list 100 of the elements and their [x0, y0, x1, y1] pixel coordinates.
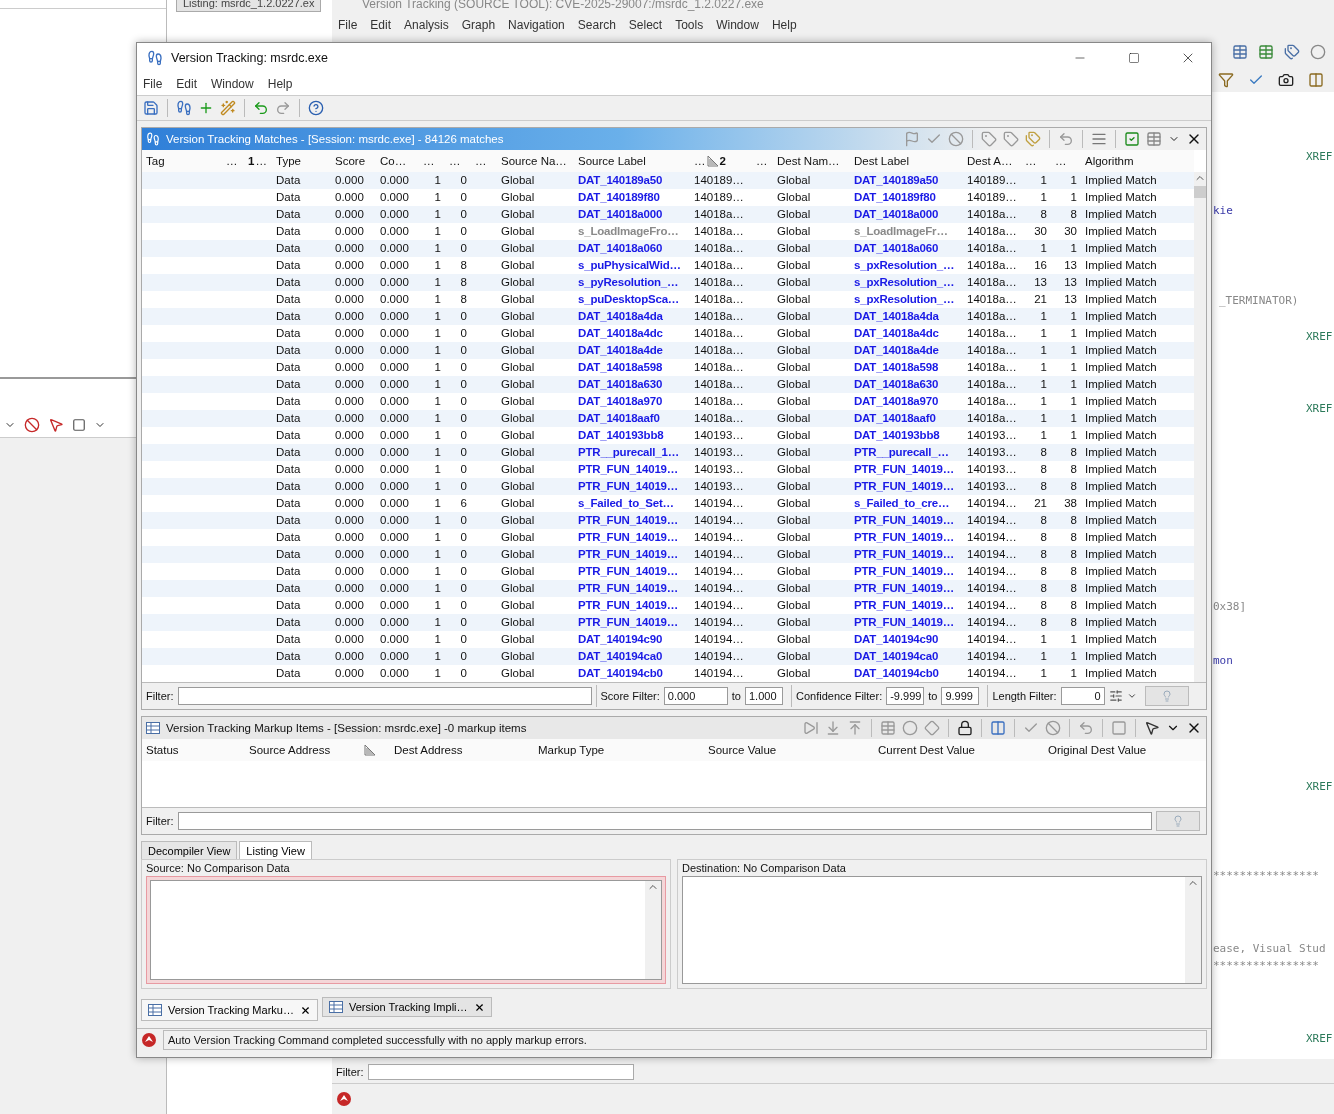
- undo-icon[interactable]: [1078, 720, 1094, 736]
- column-header[interactable]: …: [419, 150, 445, 172]
- destination-listing[interactable]: [682, 876, 1202, 984]
- column-header[interactable]: 1…: [244, 150, 272, 172]
- flag-icon[interactable]: [904, 131, 920, 147]
- diamond-icon[interactable]: [924, 720, 940, 736]
- add-icon[interactable]: [198, 100, 214, 116]
- table-row[interactable]: Data 0.000 0.000 1 0 Global PTR_FUN_14019… 140194… Global PTR_FUN_14019… 140194… 8 8 Implied Match: [142, 512, 1194, 529]
- table-row[interactable]: Data 0.000 0.000 1 0 Global PTR__purecall_1… 140193… Global PTR__purecall_… 140193… 8 8 Implied Match: [142, 444, 1194, 461]
- table-icon[interactable]: [1258, 44, 1274, 60]
- filter-field[interactable]: [177, 812, 1152, 830]
- filter-icon[interactable]: [1218, 72, 1234, 88]
- table-icon[interactable]: [1232, 44, 1248, 60]
- column-header[interactable]: Type: [272, 150, 331, 172]
- menu-item[interactable]: Window: [211, 77, 254, 91]
- column-header[interactable]: …: [445, 150, 471, 172]
- up-icon[interactable]: [847, 720, 863, 736]
- down-icon[interactable]: [825, 720, 841, 736]
- table-row[interactable]: Data 0.000 0.000 1 0 Global DAT_14018a000 14018a… Global DAT_14018a000 14018a… 8 8 Implied Match: [142, 206, 1194, 223]
- column-header[interactable]: Dest Address: [390, 739, 534, 761]
- column-header[interactable]: …: [752, 150, 773, 172]
- confidence-min-field[interactable]: -9.999: [886, 687, 925, 705]
- menu-item[interactable]: Select: [628, 18, 663, 34]
- layout-icon[interactable]: [1308, 72, 1324, 88]
- column-header[interactable]: Score: [331, 150, 376, 172]
- column-header[interactable]: Original Dest Value: [1044, 739, 1206, 761]
- panel-tab[interactable]: Version Tracking Impli…: [321, 997, 492, 1017]
- table-row[interactable]: Data 0.000 0.000 1 0 Global PTR_FUN_14019… 140193… Global PTR_FUN_14019… 140193… 8 8 Implied Match: [142, 478, 1194, 495]
- table-settings-icon[interactable]: [1146, 131, 1162, 147]
- tag-icon[interactable]: [1003, 131, 1019, 147]
- table-row[interactable]: Data 0.000 0.000 1 0 Global DAT_14018a4de 14018a… Global DAT_14018a4de 14018a… 1 1 Implied Match: [142, 342, 1194, 359]
- confidence-max-field[interactable]: 9.999: [941, 687, 980, 705]
- column-header[interactable]: Dest Label: [850, 150, 963, 172]
- table-row[interactable]: Data 0.000 0.000 1 0 Global DAT_140194ca0 140194… Global DAT_140194ca0 140194… 1 1 Implied Match: [142, 648, 1194, 665]
- split-icon[interactable]: [990, 720, 1006, 736]
- save-icon[interactable]: [143, 100, 159, 116]
- close-icon[interactable]: [473, 1001, 485, 1013]
- listing-tab[interactable]: Listing: msrdc_1.2.0227.ex: [176, 0, 322, 12]
- column-header[interactable]: Status: [142, 739, 245, 761]
- column-header[interactable]: …: [222, 150, 244, 172]
- table-row[interactable]: Data 0.000 0.000 1 8 Global s_pyResolution_… 14018a… Global s_pxResolution_… 14018a… 13 13 Implied Match: [142, 274, 1194, 291]
- filter-options-button[interactable]: [1155, 811, 1200, 831]
- tag-icon[interactable]: [981, 131, 997, 147]
- filter-options-button[interactable]: [1144, 686, 1189, 706]
- wand-icon[interactable]: [220, 100, 236, 116]
- menu-item[interactable]: Navigation: [508, 18, 565, 34]
- view-tab[interactable]: Decompiler View: [141, 841, 238, 859]
- reject-icon[interactable]: [1045, 720, 1061, 736]
- redo-icon[interactable]: [275, 100, 291, 116]
- menu-item[interactable]: Edit: [370, 18, 392, 34]
- length-field[interactable]: 0: [1060, 687, 1105, 705]
- menu-item[interactable]: File: [143, 77, 163, 91]
- scrollbar[interactable]: [1194, 172, 1206, 682]
- table-row[interactable]: Data 0.000 0.000 1 0 Global DAT_14018a630 14018a… Global DAT_14018a630 14018a… 1 1 Implied Match: [142, 376, 1194, 393]
- score-min-field[interactable]: 0.000: [663, 687, 728, 705]
- table-row[interactable]: Data 0.000 0.000 1 0 Global PTR_FUN_14019… 140194… Global PTR_FUN_14019… 140194… 8 8 Implied Match: [142, 614, 1194, 631]
- column-header[interactable]: Dest A…: [963, 150, 1021, 172]
- page-icon[interactable]: [1111, 720, 1127, 736]
- pointer-icon[interactable]: [48, 417, 64, 433]
- menu-item[interactable]: Graph: [461, 18, 496, 34]
- column-header[interactable]: Tag: [142, 150, 222, 172]
- menu-item[interactable]: Search: [577, 18, 616, 34]
- column-header[interactable]: … 2: [690, 150, 752, 172]
- column-header[interactable]: Current Dest Value: [874, 739, 1044, 761]
- camera-icon[interactable]: [1278, 72, 1294, 88]
- help-icon[interactable]: [308, 100, 324, 116]
- checkbox-icon[interactable]: [1124, 131, 1140, 147]
- tag-edit-icon[interactable]: [1025, 131, 1041, 147]
- menu-item[interactable]: Help: [771, 18, 797, 34]
- score-max-field[interactable]: 1.000: [745, 687, 783, 705]
- column-header[interactable]: …: [471, 150, 497, 172]
- source-listing[interactable]: [150, 880, 662, 980]
- table-row[interactable]: Data 0.000 0.000 1 0 Global PTR_FUN_14019… 140194… Global PTR_FUN_14019… 140194… 8 8 Implied Match: [142, 580, 1194, 597]
- filter-field[interactable]: [177, 687, 592, 705]
- column-header[interactable]: Markup Type: [534, 739, 704, 761]
- lock-icon[interactable]: [957, 720, 973, 736]
- column-header[interactable]: Source Address: [245, 739, 360, 761]
- table-row[interactable]: Data 0.000 0.000 1 0 Global PTR_FUN_14019… 140194… Global PTR_FUN_14019… 140194… 8 8 Implied Match: [142, 546, 1194, 563]
- reject-icon[interactable]: [948, 131, 964, 147]
- table-row[interactable]: Data 0.000 0.000 1 0 Global DAT_14018aaf0 14018a… Global DAT_14018aaf0 14018a… 1 1 Implied Match: [142, 410, 1194, 427]
- column-header[interactable]: Dest Nam…: [773, 150, 850, 172]
- column-header[interactable]: …: [1021, 150, 1051, 172]
- column-header[interactable]: Co…: [376, 150, 419, 172]
- footprints-icon[interactable]: [176, 100, 192, 116]
- column-header[interactable]: Source Na…: [497, 150, 574, 172]
- menu-item[interactable]: File: [338, 18, 358, 34]
- clear-icon[interactable]: [24, 417, 40, 433]
- table-row[interactable]: Data 0.000 0.000 1 0 Global DAT_140189a50 140189… Global DAT_140189a50 140189… 1 1 Implied Match: [142, 172, 1194, 189]
- filter-field[interactable]: [367, 1064, 634, 1080]
- column-header[interactable]: Algorithm: [1081, 150, 1194, 172]
- column-header[interactable]: Source Value: [704, 739, 874, 761]
- menu-item[interactable]: Edit: [176, 77, 198, 91]
- undo-icon[interactable]: [1058, 131, 1074, 147]
- panel-tab[interactable]: Version Tracking Marku…: [141, 999, 318, 1021]
- column-header[interactable]: …: [1051, 150, 1081, 172]
- skip-icon[interactable]: [803, 720, 819, 736]
- menu-item[interactable]: Help: [267, 77, 293, 91]
- table-row[interactable]: Data 0.000 0.000 1 0 Global DAT_14018a4da 14018a… Global DAT_14018a4da 14018a… 1 1 Implied Match: [142, 308, 1194, 325]
- pointer-icon[interactable]: [1144, 720, 1160, 736]
- column-header[interactable]: Source Label: [574, 150, 690, 172]
